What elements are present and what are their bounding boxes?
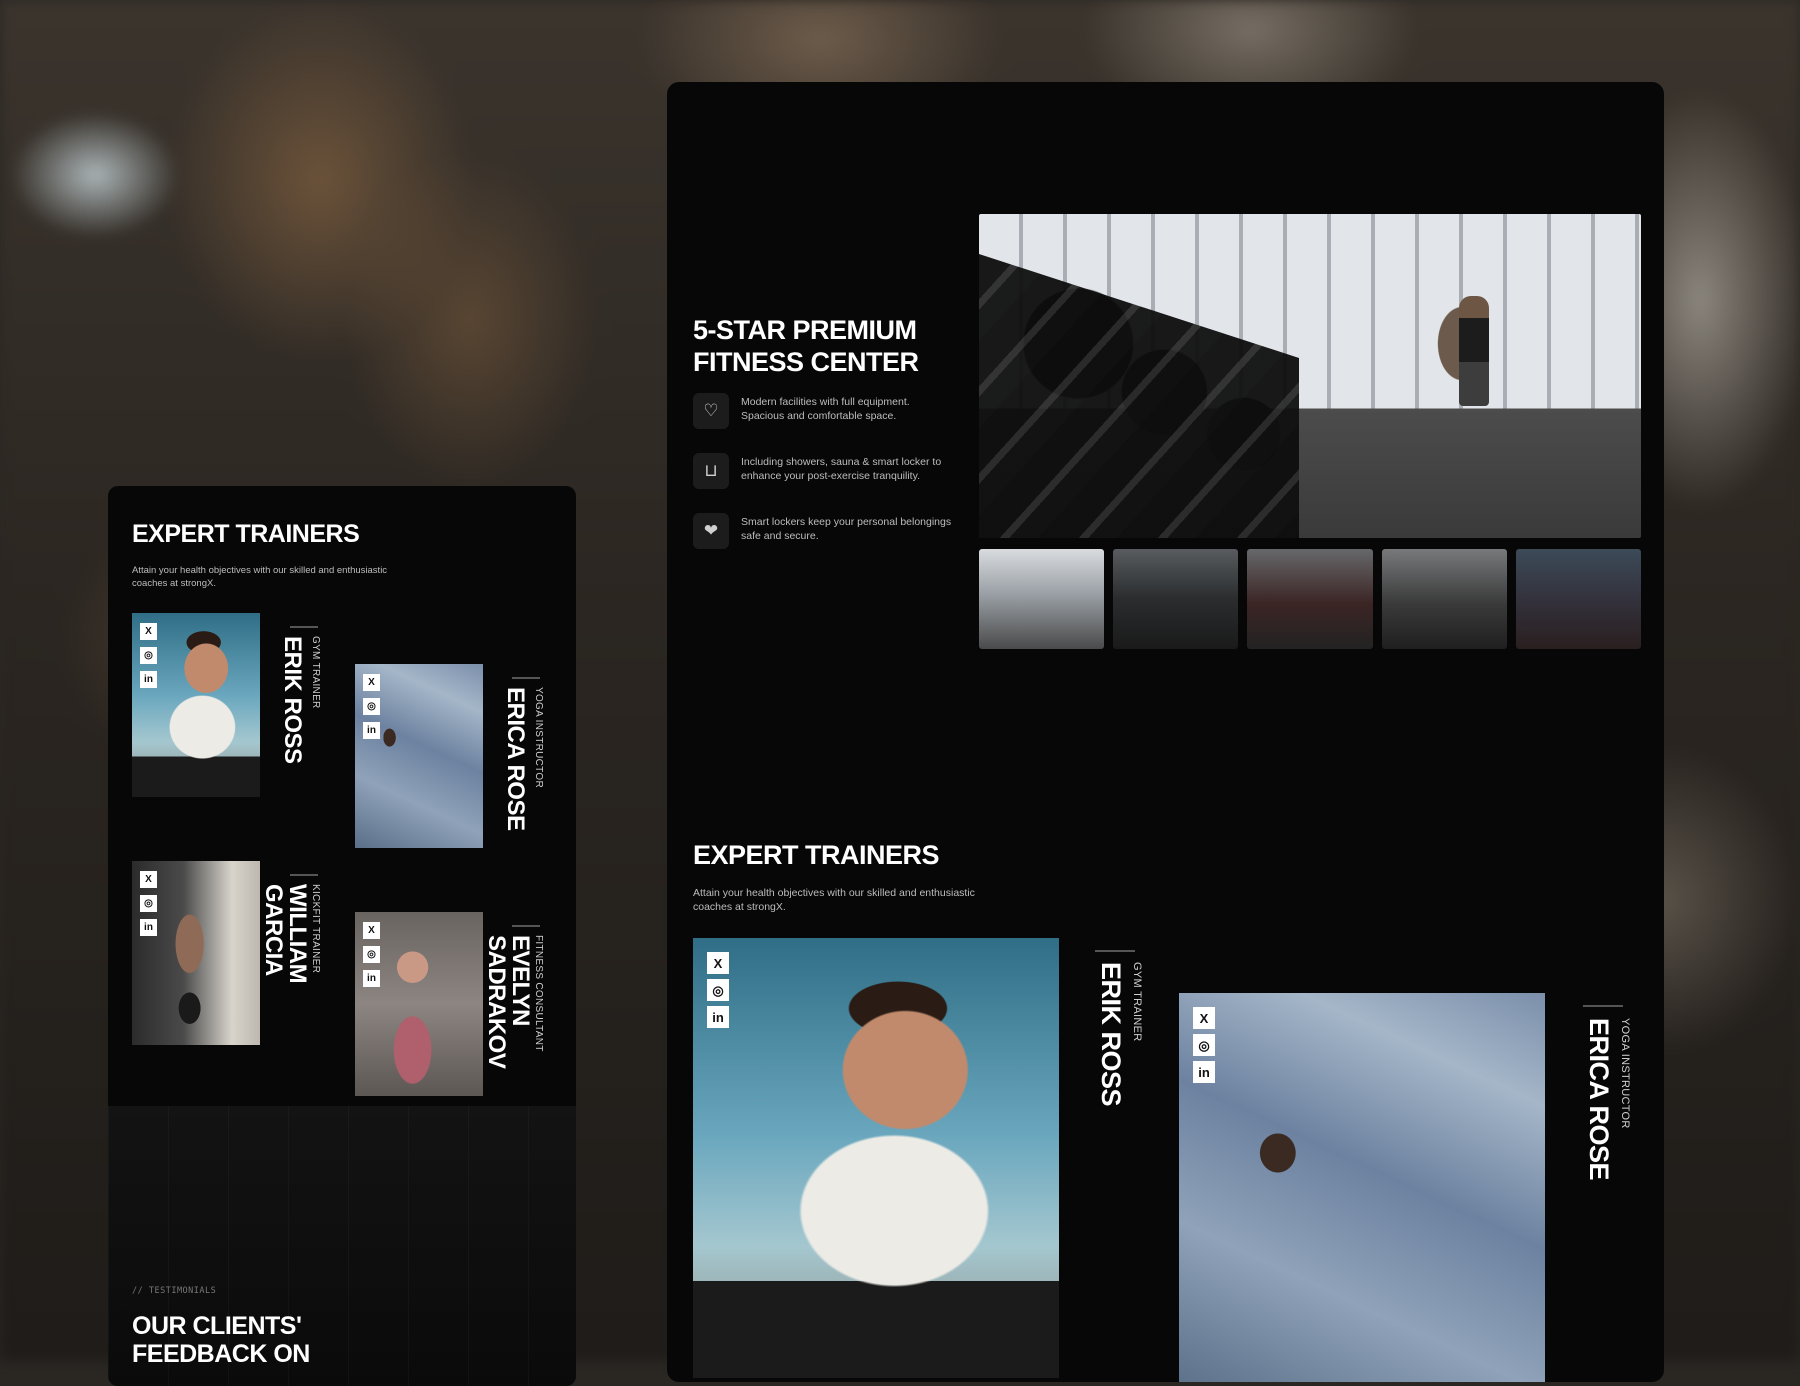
x-icon[interactable]: X	[363, 674, 380, 691]
trainer-name: EVELYN SADRAKOV	[483, 935, 534, 1069]
bathtub-icon: ⊔	[693, 453, 729, 489]
heart-pulse-icon: ♡	[693, 393, 729, 429]
name-rule	[512, 925, 540, 927]
feature-text: Smart lockers keep your personal belongi…	[741, 516, 952, 542]
gallery-thumbnail[interactable]	[1247, 549, 1373, 649]
instagram-icon[interactable]: ◎	[1193, 1034, 1215, 1056]
linkedin-icon[interactable]: in	[140, 671, 157, 688]
instagram-icon[interactable]: ◎	[140, 895, 157, 912]
dumbbell-rack-shape	[979, 254, 1299, 538]
linkedin-icon[interactable]: in	[140, 919, 157, 936]
feature-item: ♡ Modern facilities with full equipment.…	[693, 393, 953, 429]
feature-text: Modern facilities with full equipment. S…	[741, 396, 910, 422]
section-subtitle: Attain your health objectives with our s…	[132, 565, 388, 589]
name-rule	[512, 677, 540, 679]
trainer-role: GYM TRAINER	[310, 636, 321, 709]
name-rule	[1095, 950, 1135, 952]
trainer-name: ERICA ROSE	[502, 687, 529, 831]
trainer-photo-erik[interactable]: X ◎ in	[132, 613, 260, 797]
trainer-name: WILLIAM GARCIA	[260, 884, 311, 984]
name-rule	[290, 626, 318, 628]
trainer-photo-erik[interactable]: X ◎ in	[693, 938, 1059, 1378]
testimonials-tag: // TESTIMONIALS	[132, 1286, 217, 1296]
instagram-icon[interactable]: ◎	[140, 647, 157, 664]
name-rule	[290, 874, 318, 876]
instagram-icon[interactable]: ◎	[363, 698, 380, 715]
x-icon[interactable]: X	[1193, 1007, 1215, 1029]
heart-hand-icon: ❤	[693, 513, 729, 549]
trainer-photo-william[interactable]: X ◎ in	[132, 861, 260, 1045]
feature-item: ⊔ Including showers, sauna & smart locke…	[693, 453, 953, 489]
athlete-figure-shape	[1459, 296, 1489, 406]
linkedin-icon[interactable]: in	[363, 722, 380, 739]
linkedin-icon[interactable]: in	[363, 970, 380, 987]
trainer-role: YOGA INSTRUCTOR	[533, 687, 544, 788]
trainer-photo-evelyn[interactable]: X ◎ in	[355, 912, 483, 1096]
trainer-name: ERICA ROSE	[1584, 1018, 1614, 1181]
trainer-role: YOGA INSTRUCTOR	[1619, 1018, 1631, 1129]
trainer-role: KICKFIT TRAINER	[310, 884, 321, 974]
page-title: 5-STAR PREMIUM FITNESS CENTER	[693, 315, 919, 377]
linkedin-icon[interactable]: in	[1193, 1061, 1215, 1083]
feature-text: Including showers, sauna & smart locker …	[741, 456, 942, 482]
x-icon[interactable]: X	[140, 623, 157, 640]
trainers-card-small: EXPERT TRAINERS Attain your health objec…	[108, 486, 576, 1386]
fitness-center-page: 5-STAR PREMIUM FITNESS CENTER ♡ Modern f…	[667, 82, 1664, 1382]
trainer-name: ERIK ROSS	[1096, 962, 1126, 1107]
gallery-thumbnail[interactable]	[1381, 549, 1507, 649]
gallery-thumbnail[interactable]	[1113, 549, 1239, 649]
section-title: EXPERT TRAINERS	[132, 520, 360, 548]
linkedin-icon[interactable]: in	[707, 1006, 729, 1028]
trainer-photo-erica[interactable]: X ◎ in	[1179, 993, 1545, 1382]
name-rule	[1583, 1005, 1623, 1007]
gallery-thumbnail[interactable]	[979, 549, 1105, 649]
instagram-icon[interactable]: ◎	[707, 979, 729, 1001]
section-title: EXPERT TRAINERS	[693, 840, 940, 870]
x-icon[interactable]: X	[140, 871, 157, 888]
x-icon[interactable]: X	[363, 922, 380, 939]
trainer-photo-erica[interactable]: X ◎ in	[355, 664, 483, 848]
trainer-role: GYM TRAINER	[1131, 962, 1143, 1042]
section-subtitle: Attain your health objectives with our s…	[693, 887, 975, 913]
gym-hero-image	[979, 214, 1641, 538]
gallery-thumbnail[interactable]	[1515, 549, 1642, 649]
trainer-name: ERIK ROSS	[279, 636, 306, 764]
feature-item: ❤ Smart lockers keep your personal belon…	[693, 513, 953, 549]
instagram-icon[interactable]: ◎	[363, 946, 380, 963]
gallery-thumbnails	[979, 549, 1642, 649]
x-icon[interactable]: X	[707, 952, 729, 974]
trainer-role: FITNESS CONSULTANT	[533, 935, 544, 1052]
